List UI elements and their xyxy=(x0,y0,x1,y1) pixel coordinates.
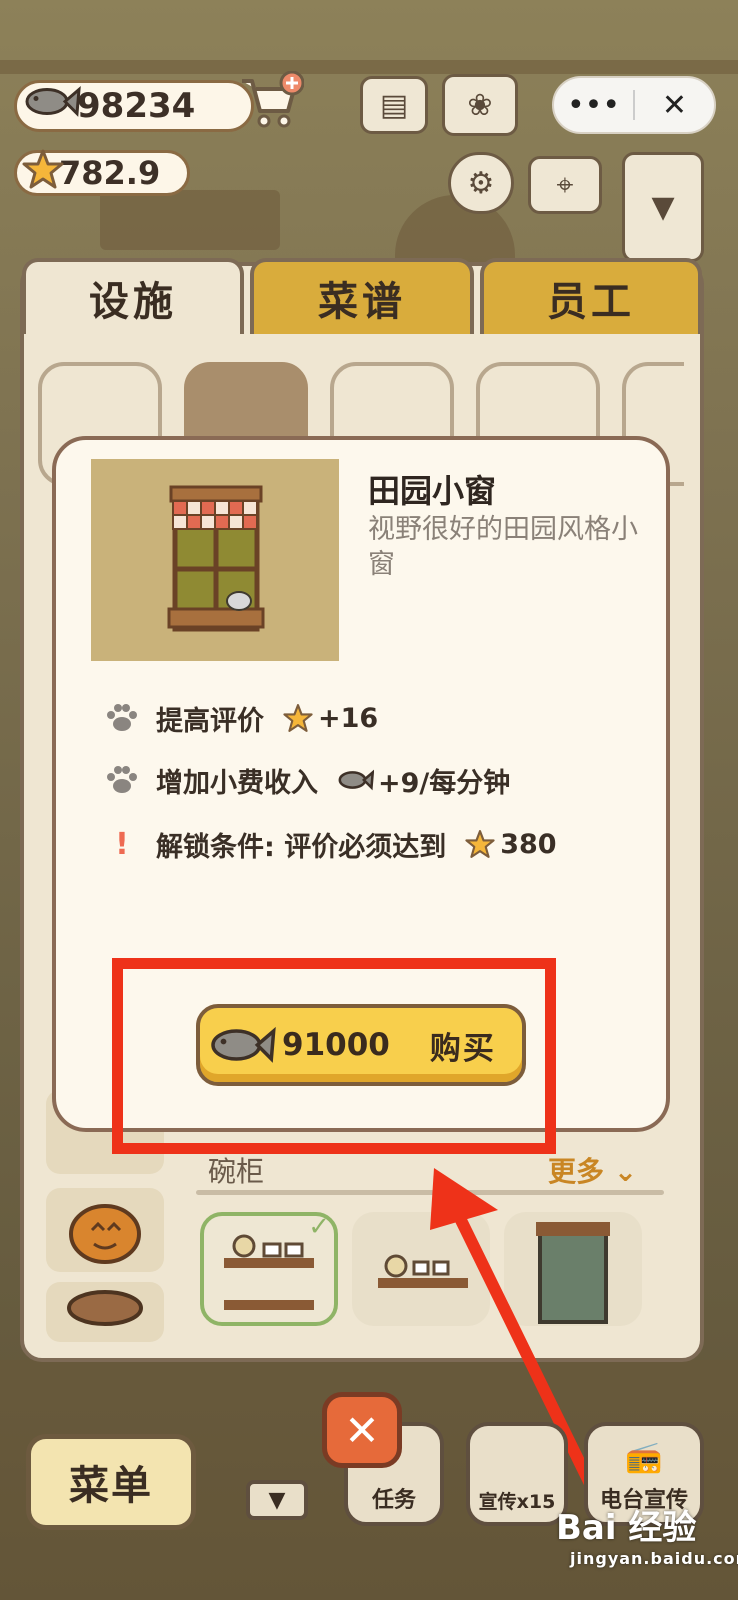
promo-button[interactable]: 宣传x15 xyxy=(466,1422,568,1526)
close-icon: ✕ xyxy=(344,1405,380,1455)
watermark-url: jingyan.baidu.com xyxy=(570,1549,738,1568)
tasks-label: 任务 xyxy=(371,1488,416,1513)
radio-icon: 📻 xyxy=(625,1440,663,1475)
tutorial-arrow xyxy=(430,1168,604,1506)
menu-button[interactable]: 菜单 xyxy=(26,1434,196,1530)
menu-label: 菜单 xyxy=(69,1463,153,1509)
chevron-down-icon: ▼ xyxy=(268,1487,286,1513)
baidu-watermark: Bai 经验 jingyan.baidu.com xyxy=(556,1500,738,1568)
promo-label: 宣传x15 xyxy=(478,1491,556,1513)
scroll-down-button[interactable]: ▼ xyxy=(246,1480,308,1520)
close-dialog-button[interactable]: ✕ xyxy=(322,1392,402,1468)
watermark-brand: Bai 经验 xyxy=(556,1508,697,1548)
